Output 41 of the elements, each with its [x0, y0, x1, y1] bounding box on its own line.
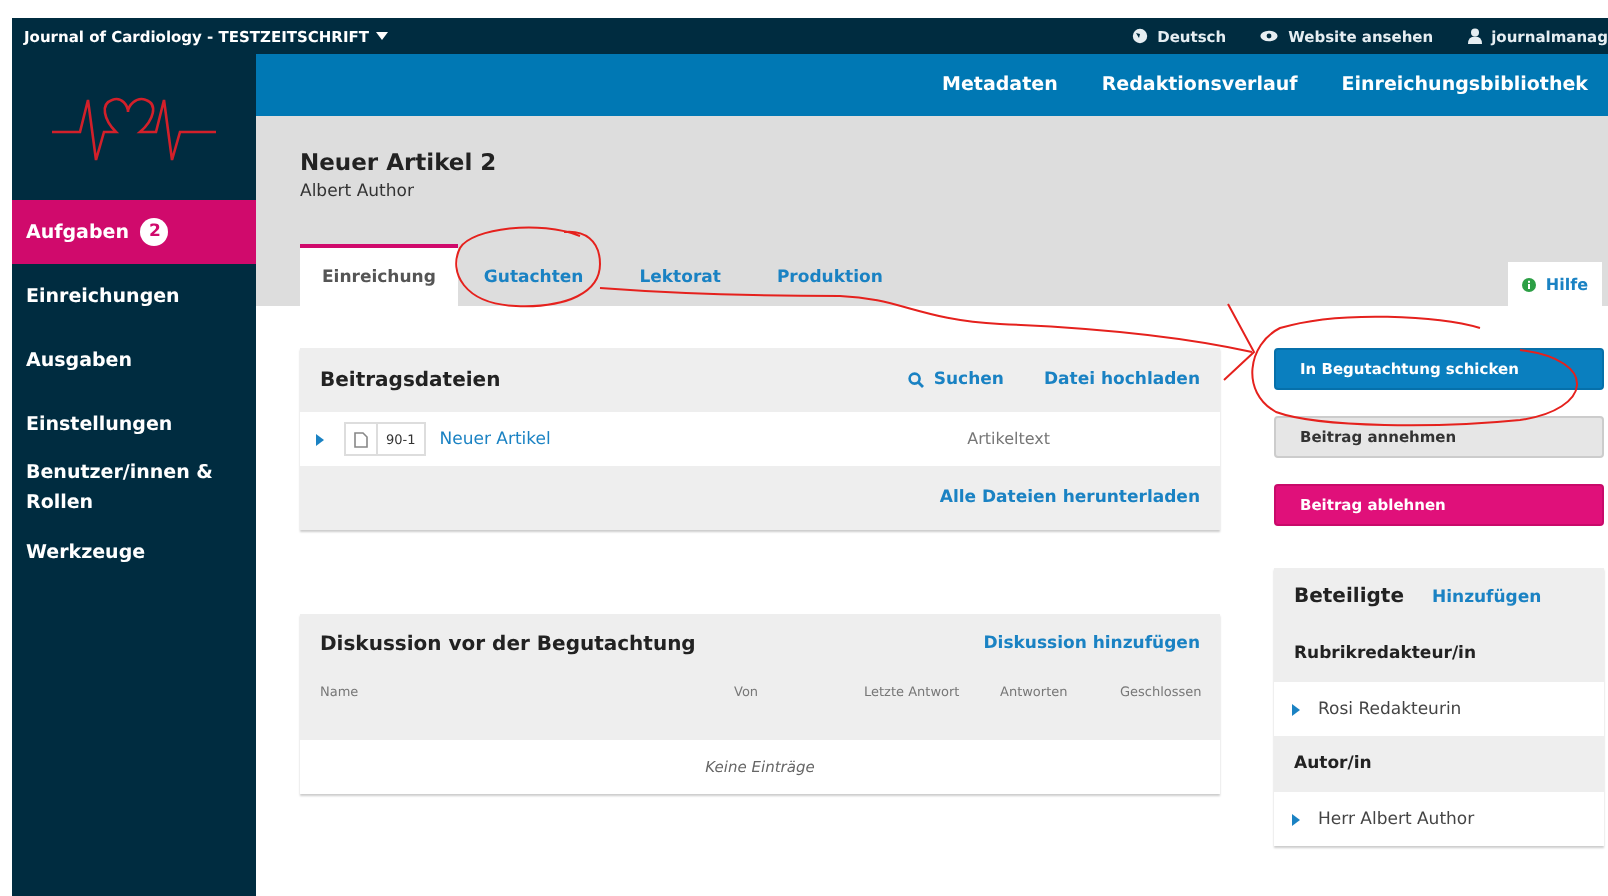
sidebar-item[interactable]: Ausgaben	[12, 328, 256, 392]
globe-icon	[1131, 28, 1148, 44]
add-participant-link[interactable]: Hinzufügen	[1431, 587, 1542, 607]
add-discussion-link[interactable]: Diskussion hinzufügen	[983, 634, 1200, 654]
sidebar-item[interactable]: Einreichungen	[12, 264, 256, 328]
search-icon	[907, 372, 924, 388]
file-type: Artikeltext	[967, 430, 1050, 448]
eye-icon	[1260, 30, 1279, 42]
role-heading: Rubrikredakteur/in	[1292, 642, 1479, 668]
role-heading: Autor/in	[1292, 752, 1374, 778]
sidebar-item[interactable]: Benutzer/innen & Rollen	[12, 456, 256, 520]
sidebar-item[interactable]: Werkzeuge	[12, 520, 256, 584]
nav-link[interactable]: Metadaten	[942, 74, 1058, 96]
panel-title: Diskussion vor der Begutachtung	[320, 633, 696, 655]
tab[interactable]: Produktion	[754, 244, 905, 306]
file-link[interactable]: Neuer Artikel	[439, 429, 551, 449]
caret-icon[interactable]	[376, 32, 389, 40]
expand-icon[interactable]	[1292, 813, 1300, 825]
tab[interactable]: Einreichung	[300, 244, 458, 306]
expand-icon[interactable]	[316, 433, 324, 445]
panel-title: Beitragsdateien	[320, 369, 501, 391]
download-all-link[interactable]: Alle Dateien herunterladen	[939, 488, 1200, 508]
participant-item[interactable]: Rosi Redakteurin	[1274, 682, 1604, 736]
panel-title: Beteiligte	[1294, 586, 1404, 608]
panel-action-link[interactable]: Suchen	[907, 370, 1004, 390]
submission-title: Neuer Artikel 2	[300, 148, 499, 176]
info-icon	[1521, 277, 1536, 291]
sidebar-item[interactable]: Einstellungen	[12, 392, 256, 456]
user-icon	[1467, 28, 1482, 44]
pdf-file-icon	[354, 431, 368, 447]
tab[interactable]: Lektorat	[617, 244, 743, 306]
help-tab[interactable]: Hilfe	[1507, 262, 1602, 306]
submission-author: Albert Author	[300, 182, 416, 202]
nav-link[interactable]: Redaktionsverlauf	[1101, 74, 1298, 96]
tab[interactable]: Gutachten	[461, 244, 606, 306]
expand-icon[interactable]	[1292, 703, 1300, 715]
nav-link[interactable]: Einreichungsbibliothek	[1341, 74, 1588, 96]
count-badge: 2	[140, 218, 169, 246]
sidebar-item[interactable]: Aufgaben 2	[12, 200, 256, 264]
participant-item[interactable]: Herr Albert Author	[1274, 792, 1604, 846]
panel-action-link[interactable]: Datei hochladen	[1043, 370, 1200, 390]
